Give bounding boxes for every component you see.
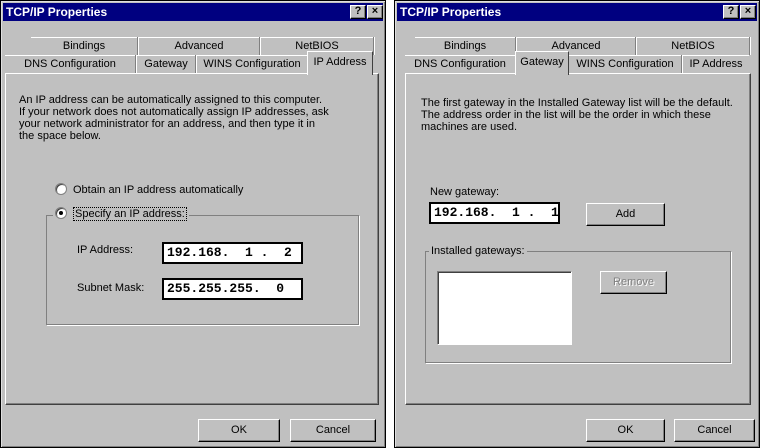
tab-netbios[interactable]: NetBIOS [637, 37, 749, 56]
cancel-button[interactable]: Cancel [674, 419, 755, 442]
description-line: machines are used. [421, 121, 517, 133]
ip-description: An IP address can be automatically assig… [19, 94, 374, 142]
tcpip-properties-dialog-ip-address: TCP/IP Properties ? × Bindings Advanced … [0, 0, 386, 448]
description-line: The address order in the list will be th… [421, 109, 711, 121]
description-line: The first gateway in the Installed Gatew… [421, 97, 733, 109]
ok-button[interactable]: OK [198, 419, 280, 442]
help-button[interactable]: ? [723, 5, 739, 19]
radio-button-icon [55, 183, 67, 195]
title-bar[interactable]: TCP/IP Properties ? × [3, 3, 383, 21]
tab-ip-address[interactable]: IP Address [307, 51, 373, 75]
close-button[interactable]: × [740, 5, 756, 19]
description-line: If your network does not automatically a… [19, 106, 329, 118]
tcpip-properties-dialog-gateway: TCP/IP Properties ? × Bindings Advanced … [394, 0, 760, 448]
tab-bindings[interactable]: Bindings [31, 37, 137, 56]
close-button[interactable]: × [367, 5, 383, 19]
subnet-mask-input[interactable]: 255.255.255. 0 [162, 278, 303, 300]
description-line: An IP address can be automatically assig… [19, 94, 323, 106]
gateway-description: The first gateway in the Installed Gatew… [421, 97, 751, 133]
ip-address-input[interactable]: 192.168. 1 . 2 [162, 242, 303, 264]
dialog-title: TCP/IP Properties [6, 5, 108, 19]
ip-address-label: IP Address: [77, 244, 134, 256]
tab-advanced[interactable]: Advanced [139, 37, 259, 56]
tab-gateway[interactable]: Gateway [515, 51, 569, 75]
tab-divider [749, 37, 751, 55]
description-line: the space below. [19, 130, 101, 142]
installed-gateways-list[interactable] [437, 271, 572, 345]
tab-dns-configuration[interactable]: DNS Configuration [405, 55, 515, 74]
radio-button-selected-icon [55, 207, 67, 219]
cancel-button[interactable]: Cancel [290, 419, 376, 442]
tab-ip-address[interactable]: IP Address [683, 55, 749, 74]
radio-label: Specify an IP address: [73, 207, 187, 221]
description-line: your network administrator for an addres… [19, 118, 315, 130]
subnet-mask-label: Subnet Mask: [77, 282, 145, 294]
specify-ip-address-radio[interactable]: Specify an IP address: [53, 207, 189, 221]
tab-divider [373, 37, 375, 55]
tab-wins-configuration[interactable]: WINS Configuration [197, 55, 307, 74]
dialog-title: TCP/IP Properties [400, 5, 502, 19]
radio-label: Obtain an IP address automatically [73, 184, 244, 196]
installed-gateways-label: Installed gateways: [429, 245, 527, 258]
specify-ip-groupbox [46, 215, 359, 325]
tab-gateway[interactable]: Gateway [137, 55, 195, 74]
add-gateway-button[interactable]: Add [586, 203, 665, 226]
obtain-ip-automatically-radio[interactable]: Obtain an IP address automatically [55, 183, 243, 197]
ok-button[interactable]: OK [586, 419, 665, 442]
new-gateway-input[interactable]: 192.168. 1 . 1 [429, 202, 560, 224]
tab-wins-configuration[interactable]: WINS Configuration [569, 55, 681, 74]
new-gateway-label: New gateway: [430, 186, 500, 198]
help-button[interactable]: ? [350, 5, 366, 19]
title-bar[interactable]: TCP/IP Properties ? × [397, 3, 757, 21]
tab-bindings[interactable]: Bindings [415, 37, 515, 56]
remove-gateway-button: Remove [600, 271, 667, 294]
tab-dns-configuration[interactable]: DNS Configuration [5, 55, 135, 74]
